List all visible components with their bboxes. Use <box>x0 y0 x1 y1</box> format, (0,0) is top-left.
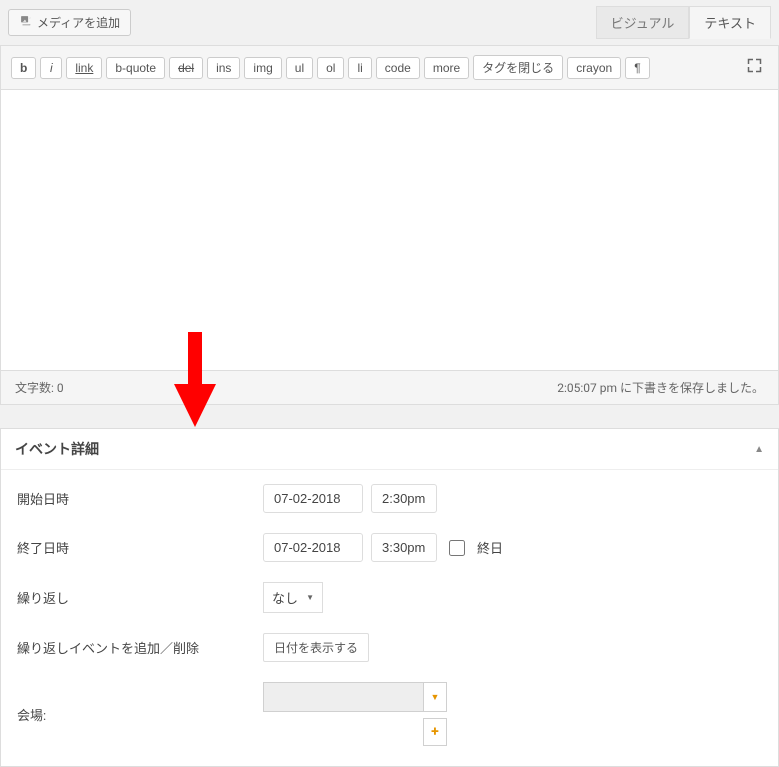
toolbar-ul-button[interactable]: ul <box>286 57 313 79</box>
toolbar-img-button[interactable]: img <box>244 57 281 79</box>
toolbar-code-button[interactable]: code <box>376 57 420 79</box>
repeat-label: 繰り返し <box>17 588 263 607</box>
toolbar-del-button[interactable]: del <box>169 57 203 79</box>
fullscreen-icon[interactable] <box>741 54 768 81</box>
venue-input[interactable] <box>263 682 423 712</box>
toolbar-link-button[interactable]: link <box>66 57 102 79</box>
allday-label: 終日 <box>477 538 503 557</box>
word-count: 文字数: 0 <box>15 379 64 396</box>
venue-dropdown-button[interactable]: ▼ <box>423 682 447 712</box>
panel-collapse-icon[interactable]: ▲ <box>754 444 764 455</box>
toolbar-crayon-button[interactable]: crayon <box>567 57 621 79</box>
toolbar-italic-button[interactable]: i <box>40 57 62 79</box>
toolbar-bquote-button[interactable]: b-quote <box>106 57 165 79</box>
end-datetime-label: 終了日時 <box>17 538 263 557</box>
show-dates-button[interactable]: 日付を表示する <box>263 633 369 662</box>
start-time-input[interactable] <box>371 484 437 513</box>
tab-text[interactable]: テキスト <box>689 6 771 39</box>
save-status: 2:05:07 pm に下書きを保存しました。 <box>557 379 764 396</box>
toolbar-more-button[interactable]: more <box>424 57 469 79</box>
panel-title: イベント詳細 <box>15 439 99 459</box>
start-datetime-label: 開始日時 <box>17 489 263 508</box>
end-time-input[interactable] <box>371 533 437 562</box>
panel-header[interactable]: イベント詳細 ▲ <box>1 429 778 470</box>
toolbar-closetags-button[interactable]: タグを閉じる <box>473 55 563 80</box>
toolbar-bold-button[interactable]: b <box>11 57 36 79</box>
toolbar-ins-button[interactable]: ins <box>207 57 240 79</box>
start-date-input[interactable] <box>263 484 363 513</box>
editor-mode-tabs: ビジュアル テキスト <box>596 6 771 39</box>
add-media-label: メディアを追加 <box>37 14 120 31</box>
end-date-input[interactable] <box>263 533 363 562</box>
media-icon <box>19 14 33 31</box>
venue-add-button[interactable]: + <box>423 718 447 746</box>
repeat-select[interactable]: なし ▼ <box>263 582 323 613</box>
allday-checkbox[interactable] <box>449 540 465 556</box>
tab-visual[interactable]: ビジュアル <box>596 6 690 39</box>
toolbar-li-button[interactable]: li <box>348 57 371 79</box>
venue-label: 会場: <box>17 705 263 724</box>
add-media-button[interactable]: メディアを追加 <box>8 9 131 36</box>
repeat-events-label: 繰り返しイベントを追加／削除 <box>17 638 263 657</box>
toolbar-pilcrow-button[interactable]: ¶ <box>625 57 649 79</box>
chevron-down-icon: ▼ <box>306 593 314 602</box>
toolbar-ol-button[interactable]: ol <box>317 57 344 79</box>
editor-toolbar: b i link b-quote del ins img ul ol li co… <box>1 46 778 90</box>
editor-textarea[interactable] <box>1 90 778 370</box>
